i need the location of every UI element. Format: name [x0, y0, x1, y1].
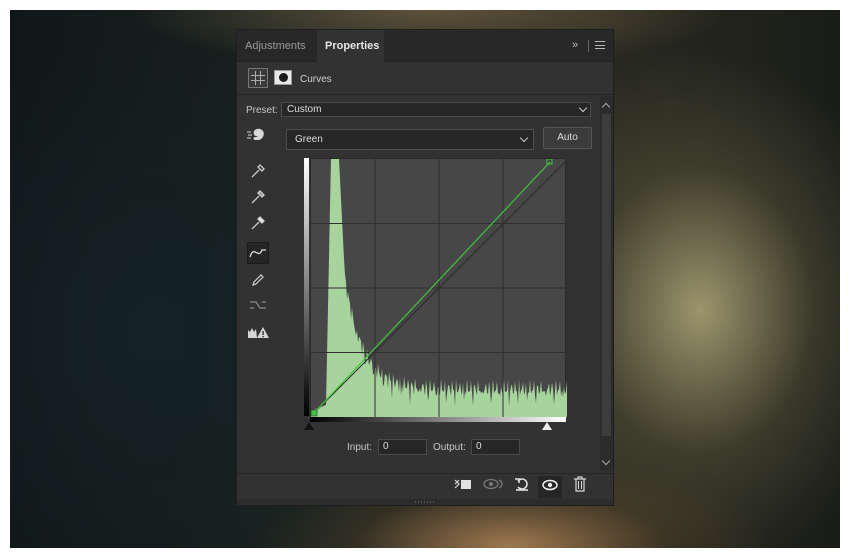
smooth-curve-icon[interactable] [247, 294, 269, 316]
input-label: Input: [347, 442, 373, 453]
panel-footer [237, 473, 613, 499]
tab-properties[interactable]: Properties [317, 30, 384, 62]
on-image-adjust-icon[interactable] [247, 128, 265, 145]
curve-edit-icon[interactable] [247, 242, 269, 264]
input-field[interactable]: 0 [378, 439, 427, 455]
trash-icon[interactable] [568, 476, 592, 498]
clip-to-layer-icon[interactable] [451, 476, 475, 498]
channel-dropdown[interactable]: Green [286, 129, 534, 150]
adjustment-title: Curves [300, 74, 332, 85]
output-label: Output: [433, 442, 466, 453]
chevron-down-icon [578, 103, 588, 113]
curves-adjustment-icon[interactable] [248, 68, 268, 88]
output-field[interactable]: 0 [471, 439, 520, 455]
output-gradient-bar [304, 158, 309, 416]
view-previous-icon[interactable] [481, 476, 505, 498]
curves-plot[interactable] [311, 159, 567, 417]
black-input-slider[interactable] [304, 422, 314, 430]
gray-point-eyedropper-icon[interactable] [247, 186, 269, 208]
clipping-warning-icon[interactable] [247, 323, 269, 345]
auto-button[interactable]: Auto [543, 127, 592, 149]
collapse-panel-icon[interactable]: » [572, 39, 578, 51]
white-input-slider[interactable] [542, 422, 552, 430]
pencil-icon[interactable] [247, 269, 269, 291]
black-point-eyedropper-icon[interactable] [247, 160, 269, 182]
adjustment-header: Curves [237, 63, 613, 95]
properties-panel: Adjustments Properties » Curves Preset: … [236, 29, 614, 506]
input-gradient-bar [310, 417, 566, 422]
preset-dropdown[interactable]: Custom [281, 102, 591, 117]
white-point-eyedropper-icon[interactable] [247, 212, 269, 234]
visibility-icon[interactable] [538, 476, 562, 498]
tabbar-divider [588, 40, 589, 52]
panel-menu-icon[interactable] [595, 41, 605, 49]
scroll-thumb[interactable] [602, 114, 611, 436]
chevron-down-icon [519, 133, 529, 143]
layer-mask-icon[interactable] [274, 70, 292, 85]
channel-value: Green [295, 134, 323, 145]
reset-icon[interactable] [510, 476, 534, 498]
panel-tabbar: Adjustments Properties » [237, 30, 613, 62]
curves-graph[interactable] [310, 158, 567, 417]
panel-resize-grip[interactable] [237, 499, 613, 505]
curve-point-black [311, 409, 318, 417]
curves-graph-area [304, 158, 567, 422]
preset-label: Preset: [246, 105, 278, 116]
preset-value: Custom [287, 104, 322, 115]
tab-adjustments[interactable]: Adjustments [237, 30, 314, 62]
